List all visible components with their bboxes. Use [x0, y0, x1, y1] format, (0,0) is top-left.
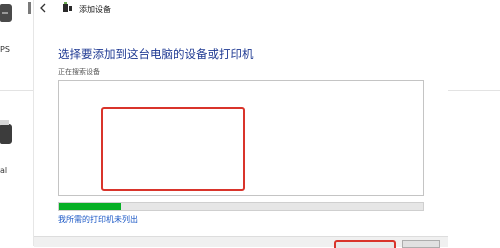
- background-window: PS al: [0, 0, 34, 246]
- divider: [0, 90, 34, 91]
- divider: [448, 90, 500, 91]
- page-heading: 选择要添加到这台电脑的设备或打印机: [58, 47, 254, 61]
- progress-fill: [59, 203, 121, 210]
- cancel-button[interactable]: [402, 240, 440, 248]
- search-progress-bar: [58, 202, 424, 211]
- dialog-footer: [34, 236, 448, 248]
- printer-not-listed-link[interactable]: 我所需的打印机未列出: [58, 214, 138, 225]
- titlebar: 添加设备: [34, 0, 448, 18]
- printer-icon: [0, 4, 12, 22]
- scroll-indicator: [28, 2, 31, 14]
- next-button[interactable]: [334, 240, 396, 248]
- device-list[interactable]: [58, 80, 424, 196]
- back-arrow-icon[interactable]: [38, 3, 48, 13]
- highlight-annotation: [101, 107, 245, 191]
- add-device-icon: [63, 2, 72, 12]
- printer-icon: [0, 120, 12, 144]
- background-device-label: PS: [0, 45, 10, 54]
- search-status: 正在搜索设备: [58, 68, 100, 76]
- background-window-right: [448, 0, 500, 246]
- background-device-label: al: [0, 166, 8, 175]
- dialog-title: 添加设备: [79, 5, 111, 14]
- add-device-dialog: 添加设备 选择要添加到这台电脑的设备或打印机 正在搜索设备 我所需的打印机未列出: [34, 0, 448, 248]
